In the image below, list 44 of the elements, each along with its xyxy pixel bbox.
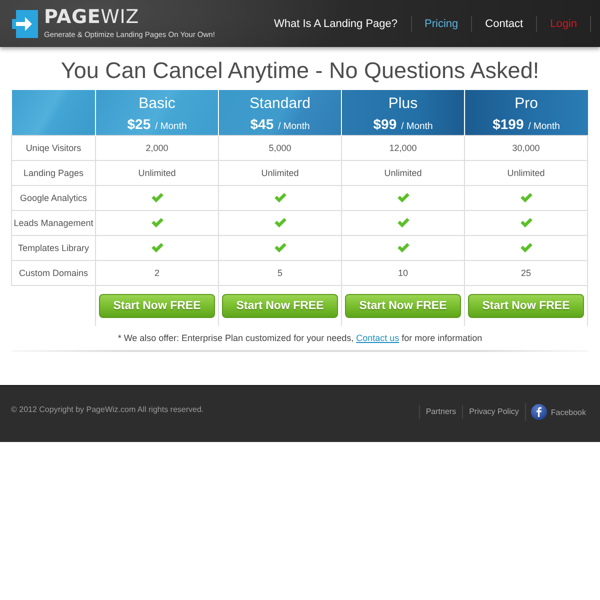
nav-link[interactable]: What Is A Landing Page? <box>260 18 411 30</box>
feature-label: Google Analytics <box>12 186 96 210</box>
price-period: / Month <box>155 121 187 132</box>
table-cell: 30,000 <box>464 136 588 160</box>
copyright-text: © 2012 Copyright by PageWiz.com All rights reserved. <box>11 404 204 414</box>
footer-link[interactable]: Privacy Policy <box>463 407 525 416</box>
plan-price: $99 <box>373 116 397 132</box>
nav-link[interactable]: Pricing <box>412 18 472 30</box>
enterprise-note: * We also offer: Enterprise Plan customized for your needs, Contact us for more information <box>116 332 484 344</box>
feature-label: Landing Pages <box>12 160 96 186</box>
facebook-icon[interactable] <box>530 404 547 420</box>
plan-price: $199 <box>492 116 524 132</box>
table-cell: 12,000 <box>342 136 464 160</box>
table-cell: 2,000 <box>96 136 218 160</box>
table-cell: 10 <box>342 260 464 286</box>
page-title: You Can Cancel Anytime - No Questions Asked! <box>60 57 540 85</box>
logo-wordmark[interactable]: PAGEWIZ <box>44 8 215 27</box>
table-cell: Unlimited <box>342 160 464 186</box>
feature-label: Custom Domains <box>12 260 96 286</box>
price-period: / Month <box>401 121 433 132</box>
table-cell: Unlimited <box>218 160 342 186</box>
feature-label: Leads Management <box>12 210 96 236</box>
table-cell: Unlimited <box>464 160 588 186</box>
footer-link[interactable]: Partners <box>420 407 462 416</box>
price-period: / Month <box>528 121 560 132</box>
logo-icon[interactable] <box>12 10 38 38</box>
table-cell: 5 <box>218 260 342 286</box>
feature-label: Uniqe Visitors <box>12 136 96 160</box>
nav-link[interactable]: Contact <box>472 18 536 30</box>
plan-name: Basic <box>138 95 176 113</box>
plan-name: Pro <box>514 95 539 113</box>
plan-name: Plus <box>387 95 419 113</box>
table-cell: 5,000 <box>218 136 342 160</box>
plan-price: $45 <box>250 116 274 132</box>
table-cell: 2 <box>96 260 218 286</box>
facebook-link[interactable]: Facebook <box>546 408 586 416</box>
table-cell: Unlimited <box>96 160 218 186</box>
contact-link[interactable]: Contact us <box>356 332 400 342</box>
plan-name: Standard <box>248 95 312 113</box>
table-cell: 25 <box>464 260 588 286</box>
feature-label: Templates Library <box>12 236 96 260</box>
nav-link[interactable]: Login <box>537 18 590 30</box>
plan-price: $25 <box>127 116 151 132</box>
price-period: / Month <box>278 121 310 132</box>
